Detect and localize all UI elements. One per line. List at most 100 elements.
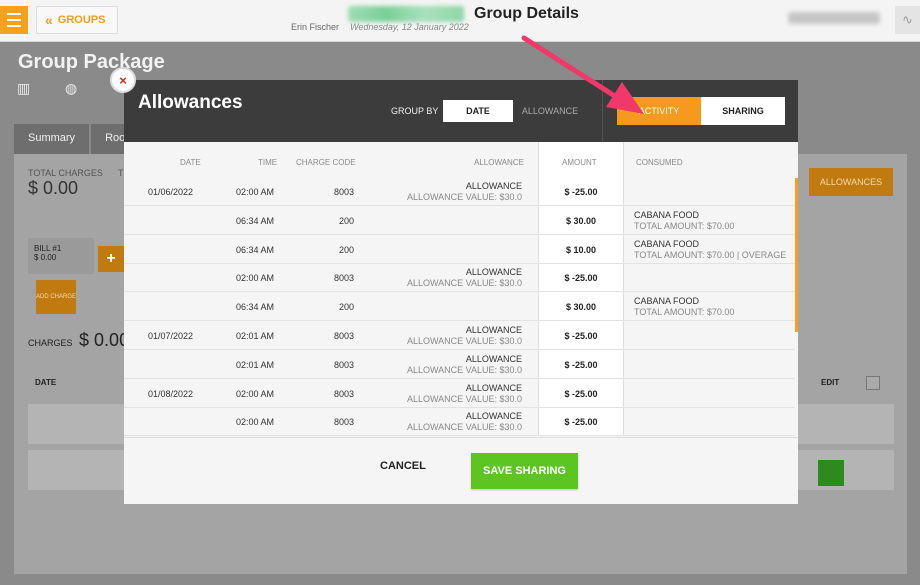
row-time: 02:01 AM (236, 331, 275, 341)
row-date: 01/06/2022 (148, 187, 194, 197)
row-consumed-total: TOTAL AMOUNT: $70.00 (634, 220, 735, 231)
current-date: Wednesday, 12 January 2022 (350, 22, 469, 32)
row-amount: $ -25.00 (564, 273, 598, 284)
edit-checkbox[interactable] (866, 376, 880, 390)
charges-value: $ 0.00 (79, 330, 130, 350)
row-amount: $ -25.00 (564, 388, 598, 399)
row-date: 01/08/2022 (148, 388, 194, 399)
save-sharing-button[interactable]: SAVE SHARING (471, 453, 578, 489)
row-time: 06:34 AM (236, 244, 275, 255)
group-title: Group Package (18, 51, 165, 73)
row-allowance-name: ALLOWANCE (465, 267, 522, 278)
row-charge-code: 8003 (333, 417, 354, 428)
tab-summary[interactable]: Summary (14, 124, 90, 154)
sharing-tab[interactable]: SHARING (701, 97, 785, 125)
bill-card[interactable]: BILL #1 $ 0.00 (28, 238, 94, 274)
allowances-table[interactable]: DATE TIME CHARGE CODE ALLOWANCE AMOUNT C… (124, 142, 798, 436)
row-charge-code: 8003 (333, 359, 354, 370)
row-time: 06:34 AM (236, 215, 275, 226)
row-amount: $ -25.00 (564, 187, 598, 197)
second-total-label: T (118, 168, 124, 178)
add-charge-button[interactable]: ADD CHARGE (36, 280, 76, 314)
hotel-name-redacted (348, 6, 464, 22)
table-row[interactable]: 06:34 AM 200 $ 10.00 CABANA FOOD TOTAL AMOUN… (124, 235, 798, 264)
charges-summary: CHARGES $ 0.00 (28, 330, 129, 351)
background-tabs: Summary Roo (14, 124, 141, 154)
groups-back-button[interactable]: « GROUPS (36, 6, 118, 34)
row-allowance-name: ALLOWANCE (465, 411, 522, 422)
col-header-date: DATE (180, 158, 201, 167)
row-charge-code: 8003 (333, 331, 354, 341)
group-by-date-option[interactable]: DATE (443, 100, 513, 122)
group-by-toggle: DATE ALLOWANCE (443, 100, 587, 122)
row-allowance-value: ALLOWANCE VALUE: $30.0 (406, 393, 522, 404)
back-chevron-icon: « (45, 12, 53, 28)
add-bill-button[interactable]: + (98, 246, 124, 272)
allowances-button[interactable]: ALLOWANCES (809, 168, 893, 196)
table-row[interactable]: 02:00 AM 8003 ALLOWANCE ALLOWANCE VALUE: $3… (124, 407, 798, 436)
edit-column-header: EDIT (821, 378, 840, 387)
cancel-button[interactable]: CANCEL (380, 460, 426, 472)
row-consumed: CABANA FOOD TOTAL AMOUNT: $70.00 (634, 210, 734, 232)
header-divider (602, 80, 603, 142)
row-allowance: ALLOWANCE ALLOWANCE VALUE: $30.0 (394, 411, 522, 433)
row-charge-code: 200 (338, 215, 354, 226)
row-charge-code: 8003 (333, 388, 354, 399)
close-modal-button[interactable]: × (110, 67, 136, 93)
group-by-label: GROUP BY (391, 106, 439, 116)
col-header-allowance: ALLOWANCE (474, 158, 524, 167)
row-consumed-total: TOTAL AMOUNT: $70.00 | OVERAGE (634, 249, 787, 260)
row-time: 02:00 AM (236, 273, 275, 284)
total-charges: TOTAL CHARGES $ 0.00 (28, 168, 103, 199)
wallet-icon[interactable] (818, 460, 844, 486)
table-row[interactable]: 02:00 AM 8003 ALLOWANCE ALLOWANCE VALUE: $3… (124, 263, 798, 293)
view-toggle: ACTIVITY SHARING (617, 97, 785, 125)
table-row[interactable]: 06:34 AM 200 $ 30.00 CABANA FOOD TOTAL AMOUN… (124, 292, 798, 322)
row-consumed-name: CABANA FOOD (634, 296, 700, 307)
bill-value: $ 0.00 (34, 253, 57, 262)
group-by-allowance-option[interactable]: ALLOWANCE (513, 100, 587, 122)
row-charge-code: 8003 (333, 273, 354, 284)
row-allowance-name: ALLOWANCE (465, 181, 522, 191)
pulse-icon[interactable]: ∿ (895, 6, 920, 34)
row-time: 02:00 AM (236, 417, 275, 428)
charges-label: CHARGES (28, 338, 73, 348)
table-row[interactable]: 06:34 AM 200 $ 30.00 CABANA FOOD TOTAL AMOUN… (124, 206, 798, 235)
scrollbar-thumb[interactable] (795, 178, 798, 332)
row-allowance-name: ALLOWANCE (465, 382, 522, 393)
row-consumed-name: CABANA FOOD (634, 238, 700, 249)
col-header-time: TIME (258, 158, 278, 167)
top-bar: « GROUPS Group Details Erin Fischer Wedn… (0, 0, 920, 42)
col-header-charge-code: CHARGE CODE (296, 158, 356, 167)
col-header-consumed: CONSUMED (636, 158, 683, 167)
table-row[interactable]: 02:01 AM 8003 ALLOWANCE ALLOWANCE VALUE: $3… (124, 350, 798, 379)
row-time: 06:34 AM (236, 302, 275, 313)
table-row[interactable]: 01/08/2022 02:00 AM 8003 ALLOWANCE ALLOWANCE… (124, 379, 798, 408)
col-header-amount: AMOUNT (562, 158, 597, 167)
row-consumed-total: TOTAL AMOUNT: $70.00 (634, 307, 735, 318)
redacted-info (788, 12, 880, 24)
row-consumed: CABANA FOOD TOTAL AMOUNT: $70.00 | OVERAG… (634, 239, 786, 261)
row-amount: $ -25.00 (564, 359, 598, 370)
row-time: 02:01 AM (236, 359, 275, 370)
row-allowance: ALLOWANCE ALLOWANCE VALUE: $30.0 (394, 383, 522, 405)
table-row[interactable]: 01/06/2022 02:00 AM 8003 ALLOWANCE ALLOWANCE… (124, 177, 798, 206)
row-allowance-value: ALLOWANCE VALUE: $30.0 (406, 336, 522, 346)
modal-body: DATE TIME CHARGE CODE ALLOWANCE AMOUNT C… (124, 142, 798, 438)
row-allowance-name: ALLOWANCE (465, 353, 522, 364)
row-allowance-value: ALLOWANCE VALUE: $30.0 (406, 278, 522, 289)
row-amount: $ 30.00 (565, 215, 597, 226)
hamburger-menu-icon[interactable] (0, 6, 28, 34)
row-time: 02:00 AM (236, 187, 275, 197)
row-allowance: ALLOWANCE ALLOWANCE VALUE: $30.0 (394, 267, 522, 289)
activity-tab[interactable]: ACTIVITY (617, 97, 701, 125)
modal-footer: CANCEL SAVE SHARING (124, 437, 798, 504)
row-amount: $ -25.00 (564, 331, 598, 341)
table-row[interactable]: 01/07/2022 02:01 AM 8003 ALLOWANCE ALLOWANCE… (124, 321, 798, 350)
row-amount: $ 30.00 (565, 302, 597, 313)
row-time: 02:00 AM (236, 388, 275, 399)
modal-header: Allowances GROUP BY DATE ALLOWANCE ACTIV… (124, 80, 798, 142)
date-column-header: DATE (35, 378, 57, 387)
row-allowance-value: ALLOWANCE VALUE: $30.0 (406, 192, 522, 202)
bill-label: BILL #1 (34, 244, 62, 253)
